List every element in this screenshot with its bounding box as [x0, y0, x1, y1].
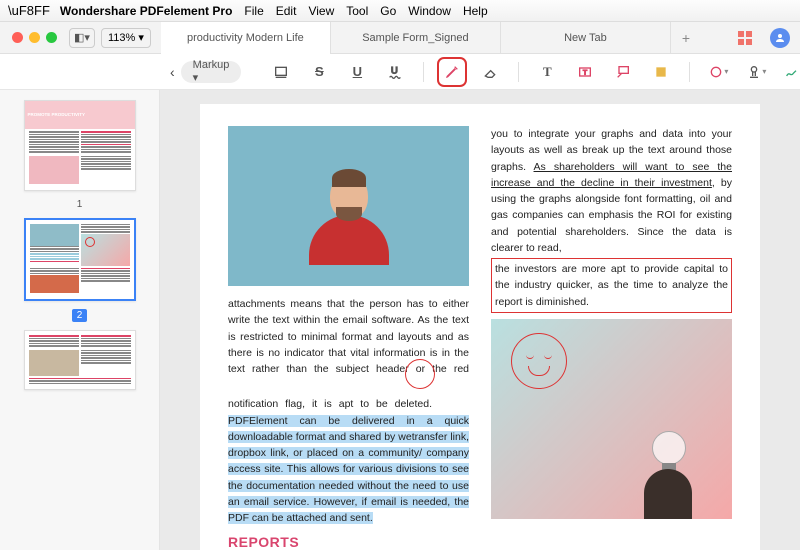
tab-productivity[interactable]: productivity Modern Life — [161, 22, 331, 54]
separator — [518, 62, 519, 82]
left-column: attachments means that the person has to… — [228, 126, 469, 550]
zoom-select[interactable]: 113% ▾ — [101, 28, 151, 48]
menu-edit[interactable]: Edit — [276, 4, 297, 18]
hand — [644, 469, 692, 519]
separator — [689, 62, 690, 82]
document-viewport[interactable]: attachments means that the person has to… — [160, 90, 800, 550]
shape-button[interactable]: ▾ — [708, 62, 728, 82]
maximize-icon[interactable] — [46, 32, 57, 43]
body-text: attachments means that the person has to… — [228, 298, 469, 410]
pencil-annotation-smiley[interactable] — [511, 333, 567, 389]
menu-go[interactable]: Go — [380, 4, 396, 18]
page-thumbnail-2[interactable] — [24, 218, 136, 302]
page-number-2: 2 — [72, 309, 88, 322]
text-button[interactable]: T — [537, 62, 557, 82]
title-bar: ◧▾ 113% ▾ productivity Modern Life Sampl… — [0, 22, 800, 54]
strikethrough-button[interactable]: S — [309, 62, 329, 82]
minimize-icon[interactable] — [29, 32, 40, 43]
page-number-1: 1 — [77, 199, 83, 210]
thumbnail-panel[interactable]: PROMOTE PRODUCTIVITY 1 2 — [0, 90, 160, 550]
app-grid-icon[interactable] — [730, 31, 760, 45]
photo-lightbulb — [491, 319, 732, 519]
markup-mode-select[interactable]: Markup ▾ — [181, 61, 242, 83]
window-controls — [12, 32, 57, 43]
tab-new[interactable]: New Tab — [501, 22, 671, 54]
app-name[interactable]: Wondershare PDFelement Pro — [60, 4, 233, 18]
annotation-toolbar: ‹ Markup ▾ S U U T T ▾ ▾ ▾ — [0, 54, 800, 90]
document-tabs: productivity Modern Life Sample Form_Sig… — [161, 22, 730, 54]
pdf-page: attachments means that the person has to… — [200, 104, 760, 550]
rectangle-annotation[interactable]: the investors are more apt to provide ca… — [491, 258, 732, 313]
menu-window[interactable]: Window — [408, 4, 451, 18]
page-thumbnail-3[interactable] — [24, 330, 136, 390]
callout-button[interactable] — [613, 62, 633, 82]
menu-tool[interactable]: Tool — [346, 4, 368, 18]
separator — [423, 62, 424, 82]
section-heading: REPORTS — [228, 532, 469, 550]
eraser-button[interactable] — [480, 62, 500, 82]
svg-text:U: U — [391, 65, 398, 75]
area-highlight-button[interactable] — [271, 62, 291, 82]
new-tab-button[interactable]: + — [671, 22, 701, 54]
highlighted-text: PDFElement can be delivered in a quick d… — [228, 415, 469, 525]
apple-icon[interactable]: \uF8FF — [8, 3, 50, 18]
main-area: PROMOTE PRODUCTIVITY 1 2 attachme — [0, 90, 800, 550]
right-column: you to integrate your graphs and data in… — [491, 126, 732, 550]
sidebar-toggle-button[interactable]: ◧▾ — [69, 28, 95, 48]
pencil-button[interactable] — [442, 62, 462, 82]
textbox-button[interactable]: T — [575, 62, 595, 82]
underline-button[interactable]: U — [347, 62, 367, 82]
photo-man-laughing — [228, 126, 469, 286]
menu-file[interactable]: File — [244, 4, 263, 18]
menu-bar: \uF8FF Wondershare PDFelement Pro File E… — [0, 0, 800, 22]
page-thumbnail-1[interactable]: PROMOTE PRODUCTIVITY — [24, 100, 136, 191]
close-icon[interactable] — [12, 32, 23, 43]
back-button[interactable]: ‹ — [170, 64, 175, 80]
user-avatar[interactable] — [770, 28, 790, 48]
squiggly-button[interactable]: U — [385, 62, 405, 82]
menu-view[interactable]: View — [308, 4, 334, 18]
signature-button[interactable]: ▾ — [784, 62, 800, 82]
tab-sample-form[interactable]: Sample Form_Signed — [331, 22, 501, 54]
menu-help[interactable]: Help — [463, 4, 488, 18]
sticky-note-button[interactable] — [651, 62, 671, 82]
stamp-button[interactable]: ▾ — [746, 62, 766, 82]
svg-text:T: T — [583, 69, 587, 76]
